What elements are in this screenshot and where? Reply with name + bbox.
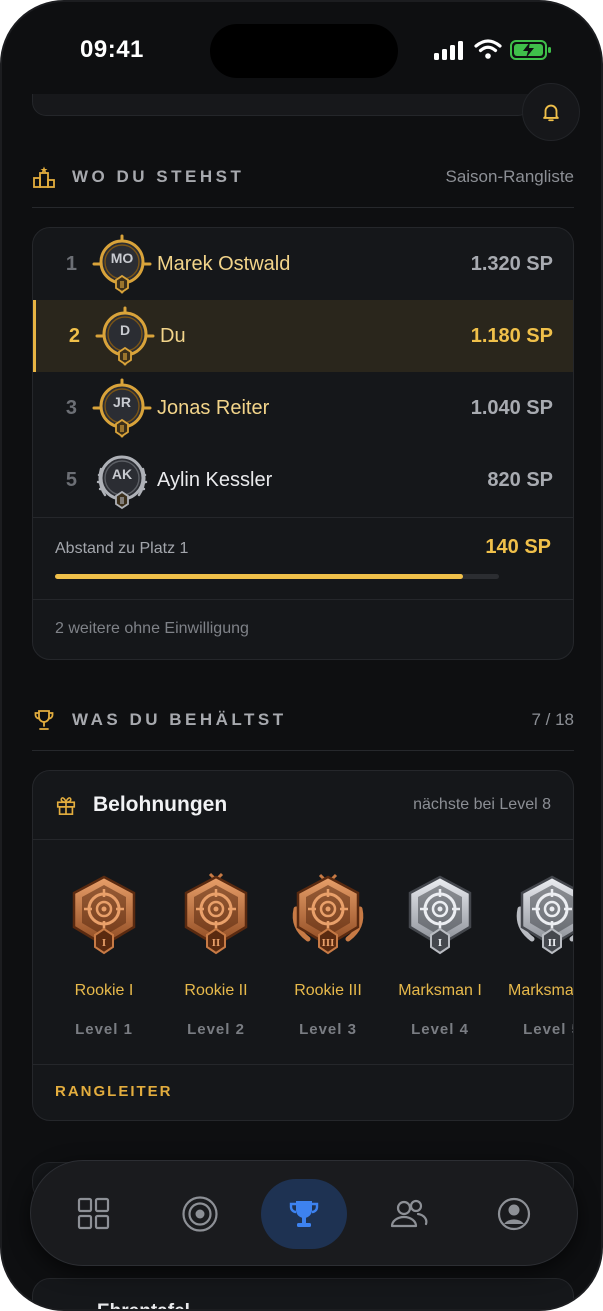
reward-name: Rookie I xyxy=(74,982,134,999)
ranking-section-header: WO DU STEHST Saison-Rangliste xyxy=(32,161,574,193)
ranking-row[interactable]: 3 JR Jonas Reiter 1.040 SP xyxy=(33,372,573,444)
collapsed-card-edge xyxy=(32,94,532,116)
hidden-players-note: 2 weitere ohne Einwilligung xyxy=(55,620,249,637)
avatar-initials: D xyxy=(119,322,131,338)
people-icon xyxy=(390,1199,428,1228)
player-name: Jonas Reiter xyxy=(157,396,270,419)
avatar-initials: AK xyxy=(111,466,133,482)
battery-charging-icon xyxy=(510,40,551,60)
player-points: 820 SP xyxy=(487,468,553,491)
svg-text:II: II xyxy=(548,939,556,949)
silver-medal-icon: I xyxy=(408,875,472,955)
gap-progress-fill xyxy=(55,574,464,579)
podium-icon xyxy=(32,165,56,189)
silver-medal-icon: II xyxy=(516,875,573,955)
rank-number: 5 xyxy=(65,468,77,491)
card-divider xyxy=(33,517,573,518)
section-divider xyxy=(32,750,574,751)
gap-progress-bar xyxy=(55,574,499,579)
reward-name: Marksman I xyxy=(398,982,482,999)
rank-number: 2 xyxy=(68,324,80,347)
grid-icon xyxy=(77,1197,110,1230)
reward-level: Level 1 xyxy=(75,1021,133,1038)
svg-text:I: I xyxy=(102,939,106,949)
player-name: Du xyxy=(160,324,186,347)
phone-screen: 09:41 WO DU STEHST Saison-Rangliste 1 MO… xyxy=(0,0,603,1311)
reward-level: Level 3 xyxy=(299,1021,357,1038)
status-time: 09:41 xyxy=(80,36,144,63)
trophy-icon xyxy=(289,1201,319,1227)
player-name: Aylin Kessler xyxy=(157,468,273,491)
hall-of-fame-card: Ehrentafel xyxy=(32,1278,574,1309)
reward-medal[interactable]: III Rookie III Level 3 xyxy=(273,869,383,1038)
bronze-medal-icon: II xyxy=(184,872,248,955)
player-name: Marek Ostwald xyxy=(157,252,291,275)
reward-name: Rookie II xyxy=(184,982,248,999)
avatar-initials: MO xyxy=(110,250,134,266)
ranking-section-title: WO DU STEHST xyxy=(72,167,245,186)
reward-name: Rookie III xyxy=(294,982,362,999)
signal-icon xyxy=(434,41,463,60)
status-bar: 09:41 xyxy=(2,2,601,98)
reward-medal[interactable]: I Rookie I Level 1 xyxy=(49,869,159,1038)
wifi-icon xyxy=(474,39,502,59)
rank-avatar-badge: MO xyxy=(91,233,153,295)
bronze-medal-icon: I xyxy=(72,875,136,955)
rewards-card-header: Belohnungen nächste bei Level 8 xyxy=(33,771,573,839)
card-divider xyxy=(33,599,573,600)
trophy-outline-icon xyxy=(32,708,56,732)
nav-profile[interactable] xyxy=(471,1179,557,1249)
svg-text:III: III xyxy=(322,939,335,949)
rewards-section-header: WAS DU BEHÄLTST 7 / 18 xyxy=(32,704,574,736)
reward-level: Level 5 xyxy=(523,1021,573,1038)
nav-friends[interactable] xyxy=(366,1179,452,1249)
reward-level: Level 4 xyxy=(411,1021,469,1038)
hall-of-fame-title: Ehrentafel xyxy=(97,1301,190,1309)
ranking-row-current-user[interactable]: 2 D Du 1.180 SP xyxy=(33,300,573,372)
ranking-row[interactable]: 5 AK Aylin Kessler 820 SP xyxy=(33,444,573,516)
player-points: 1.040 SP xyxy=(470,396,553,419)
ranking-row[interactable]: 1 MO Marek Ostwald 1.320 SP xyxy=(33,228,573,300)
nav-dashboard[interactable] xyxy=(51,1179,137,1249)
rewards-section-title: WAS DU BEHÄLTST xyxy=(72,710,287,729)
profile-icon xyxy=(497,1197,531,1231)
svg-text:II: II xyxy=(212,939,220,949)
player-points: 1.180 SP xyxy=(470,324,553,347)
nav-leaderboard[interactable] xyxy=(261,1179,347,1249)
bottom-tab-bar xyxy=(30,1160,578,1266)
ranking-card: 1 MO Marek Ostwald 1.320 SP 2 D Du 1.180 SP 3 JR J… xyxy=(32,227,574,660)
rank-avatar-badge: JR xyxy=(91,377,153,439)
reward-medal[interactable]: I Marksman I Level 4 xyxy=(385,869,495,1038)
rank-number: 1 xyxy=(65,252,77,275)
bronze-medal-icon: III xyxy=(292,873,364,955)
gift-icon xyxy=(56,797,76,815)
ranking-scope-link[interactable]: Saison-Rangliste xyxy=(445,167,574,187)
card-divider xyxy=(33,1064,573,1065)
svg-text:I: I xyxy=(438,939,442,949)
reward-name: Marksman II xyxy=(507,982,574,999)
rank-avatar-badge: AK xyxy=(91,449,153,511)
rewards-count: 7 / 18 xyxy=(531,710,574,729)
rewards-card: Belohnungen nächste bei Level 8 I Rookie … xyxy=(32,770,574,1121)
target-icon xyxy=(182,1196,218,1232)
rewards-title: Belohnungen xyxy=(93,793,228,816)
notifications-button[interactable] xyxy=(522,83,580,141)
gap-label: Abstand zu Platz 1 xyxy=(55,540,189,557)
nav-training[interactable] xyxy=(157,1179,243,1249)
reward-medal[interactable]: II Rookie II Level 2 xyxy=(161,869,271,1038)
ladder-link[interactable]: RANGLEITER xyxy=(55,1083,173,1100)
card-divider xyxy=(33,839,573,840)
avatar-initials: JR xyxy=(113,394,131,410)
reward-level: Level 2 xyxy=(187,1021,245,1038)
gap-value: 140 SP xyxy=(485,536,551,558)
reward-medal[interactable]: II Marksman II Level 5 xyxy=(497,869,574,1038)
dynamic-island xyxy=(210,24,398,78)
player-points: 1.320 SP xyxy=(470,252,553,275)
rank-number: 3 xyxy=(65,396,77,419)
bell-icon xyxy=(543,104,559,122)
rewards-next-level: nächste bei Level 8 xyxy=(413,796,551,813)
section-divider xyxy=(32,207,574,208)
rank-avatar-badge: D xyxy=(94,305,156,367)
